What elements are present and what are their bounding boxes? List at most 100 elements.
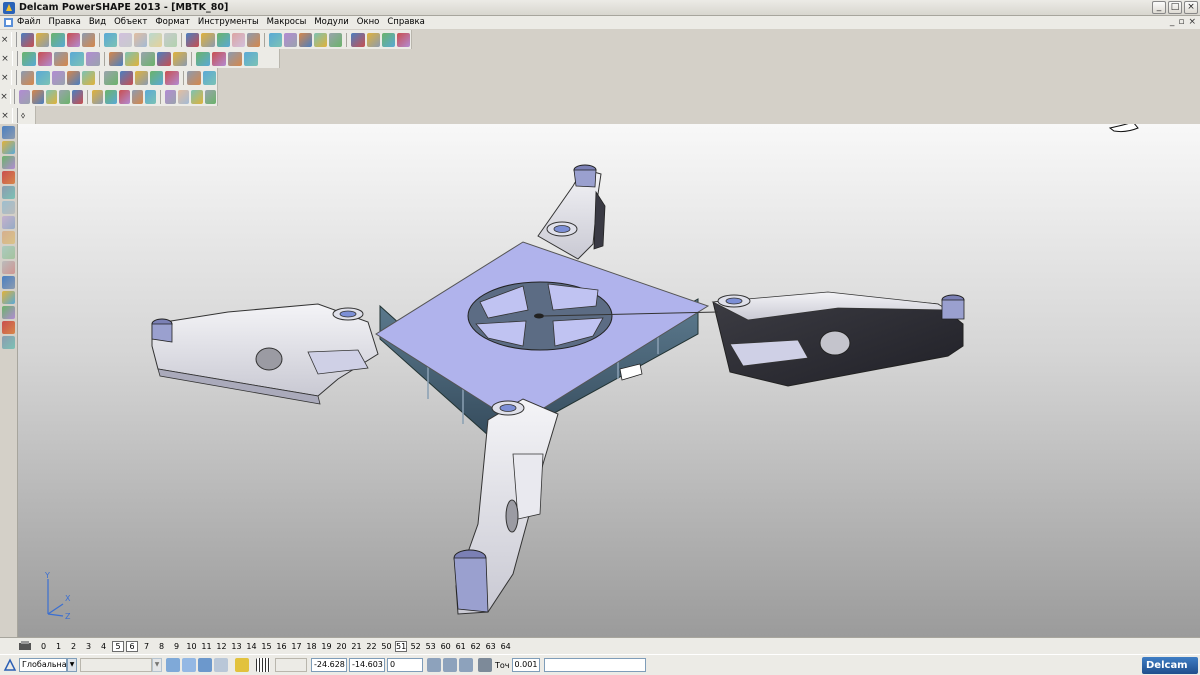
tools-icon[interactable] [381,32,395,47]
absolute-icon[interactable] [427,658,441,672]
block-icon[interactable] [72,89,84,104]
arc-tool-icon[interactable] [2,186,15,199]
shell-icon[interactable] [191,89,203,104]
hammer-icon[interactable] [396,32,410,47]
edit-text-icon[interactable] [231,32,245,47]
level-14[interactable]: 14 [244,642,259,651]
level-2[interactable]: 2 [66,642,81,651]
document-icon[interactable] [3,17,14,28]
powershape-app-icon[interactable] [3,2,15,14]
level-18[interactable]: 18 [304,642,319,651]
menu-tools[interactable]: Инструменты [197,17,260,27]
warning-icon[interactable] [2,171,15,184]
toolbar-close-button[interactable]: × [0,92,8,102]
view-iso2-icon[interactable] [86,51,100,66]
rotate-icon[interactable] [173,51,187,66]
toolbar-close-button[interactable]: × [0,35,9,45]
snap-align-icon[interactable] [214,658,228,672]
menu-macros[interactable]: Макросы [266,17,308,27]
wireframe-view-icon[interactable] [212,51,226,66]
toolbar-grip[interactable] [11,32,18,47]
tolerance-icon[interactable] [478,658,492,672]
level-51[interactable]: 51 [395,640,408,652]
shaded-icon[interactable] [196,51,210,66]
level-11[interactable]: 11 [199,642,214,651]
save-icon[interactable] [66,32,80,47]
menu-object[interactable]: Объект [113,17,148,27]
toolbar-grip[interactable] [12,108,18,123]
level-1[interactable]: 1 [51,642,66,651]
render-tool-icon[interactable] [2,336,15,349]
level-7[interactable]: 7 [139,642,154,651]
select-window-icon[interactable] [2,141,15,154]
arc-icon[interactable] [283,32,298,47]
level-62[interactable]: 62 [468,642,483,651]
cone-icon[interactable] [119,70,133,85]
menu-help[interactable]: Справка [386,17,425,27]
paste-icon[interactable] [149,32,163,47]
view-iso-icon[interactable] [70,51,84,66]
level-16[interactable]: 16 [274,642,289,651]
shade-green-icon[interactable] [82,70,96,85]
level-9[interactable]: 9 [169,642,184,651]
zoom-box-icon[interactable] [157,51,171,66]
open-icon[interactable] [36,32,50,47]
scale-icon[interactable] [2,231,15,244]
level-4[interactable]: 4 [96,642,111,651]
surface-icon[interactable] [329,32,343,47]
snap-grid-icon[interactable] [166,658,180,672]
line-icon[interactable] [268,32,282,47]
offset-icon[interactable] [2,276,15,289]
doc-icon[interactable] [36,70,50,85]
level-10[interactable]: 10 [184,642,199,651]
revolve-icon[interactable] [105,89,117,104]
relative-icon[interactable] [443,658,457,672]
shade-red-icon[interactable] [104,70,118,85]
sweep-icon[interactable] [118,89,130,104]
undo-icon[interactable] [201,32,215,47]
assembly-icon[interactable] [366,32,380,47]
level-21[interactable]: 21 [349,642,364,651]
grid-icon[interactable] [256,658,270,672]
cut-icon[interactable] [178,89,190,104]
view-front-icon[interactable] [38,51,52,66]
extrude-icon[interactable] [92,89,104,104]
coord-y-field[interactable]: -14.603 [349,658,385,672]
level-15[interactable]: 15 [259,642,274,651]
view-right-icon[interactable] [54,51,68,66]
level-60[interactable]: 60 [438,642,453,651]
level-22[interactable]: 22 [364,642,379,651]
level-63[interactable]: 63 [483,642,498,651]
menu-window[interactable]: Окно [356,17,381,27]
workplane-icon[interactable] [3,658,17,672]
sphere-gray-icon[interactable] [32,89,44,104]
copy-icon[interactable] [133,32,148,47]
level-20[interactable]: 20 [334,642,349,651]
box2-icon[interactable] [165,70,179,85]
minimize-button[interactable]: _ [1152,1,1166,14]
align-icon[interactable] [2,201,15,214]
menu-view[interactable]: Вид [88,17,107,27]
save-as-icon[interactable] [81,32,95,47]
level-53[interactable]: 53 [423,642,438,651]
mirror-icon[interactable] [2,216,15,229]
menu-file[interactable]: Файл [16,17,41,27]
toolbar-grip[interactable] [12,51,18,66]
level-17[interactable]: 17 [289,642,304,651]
snap-point-icon[interactable] [198,658,212,672]
open-model-icon[interactable] [51,32,65,47]
zoom-fit-icon[interactable] [141,51,155,66]
toolbar-grip[interactable] [11,70,18,85]
level-13[interactable]: 13 [229,642,244,651]
fillet-icon[interactable] [144,89,157,104]
cube-icon[interactable] [187,70,201,85]
doc-minimize-button[interactable]: _ [1170,17,1175,27]
drawing-icon[interactable] [186,32,200,47]
move-icon[interactable] [2,261,15,274]
layers-icon[interactable] [51,70,65,85]
delete-icon[interactable] [164,32,178,47]
menu-modules[interactable]: Модули [313,17,349,27]
pin-icon[interactable]: ⬨ [21,111,25,121]
wireframe-icon[interactable] [246,32,260,47]
doc-close-button[interactable]: × [1188,17,1196,27]
